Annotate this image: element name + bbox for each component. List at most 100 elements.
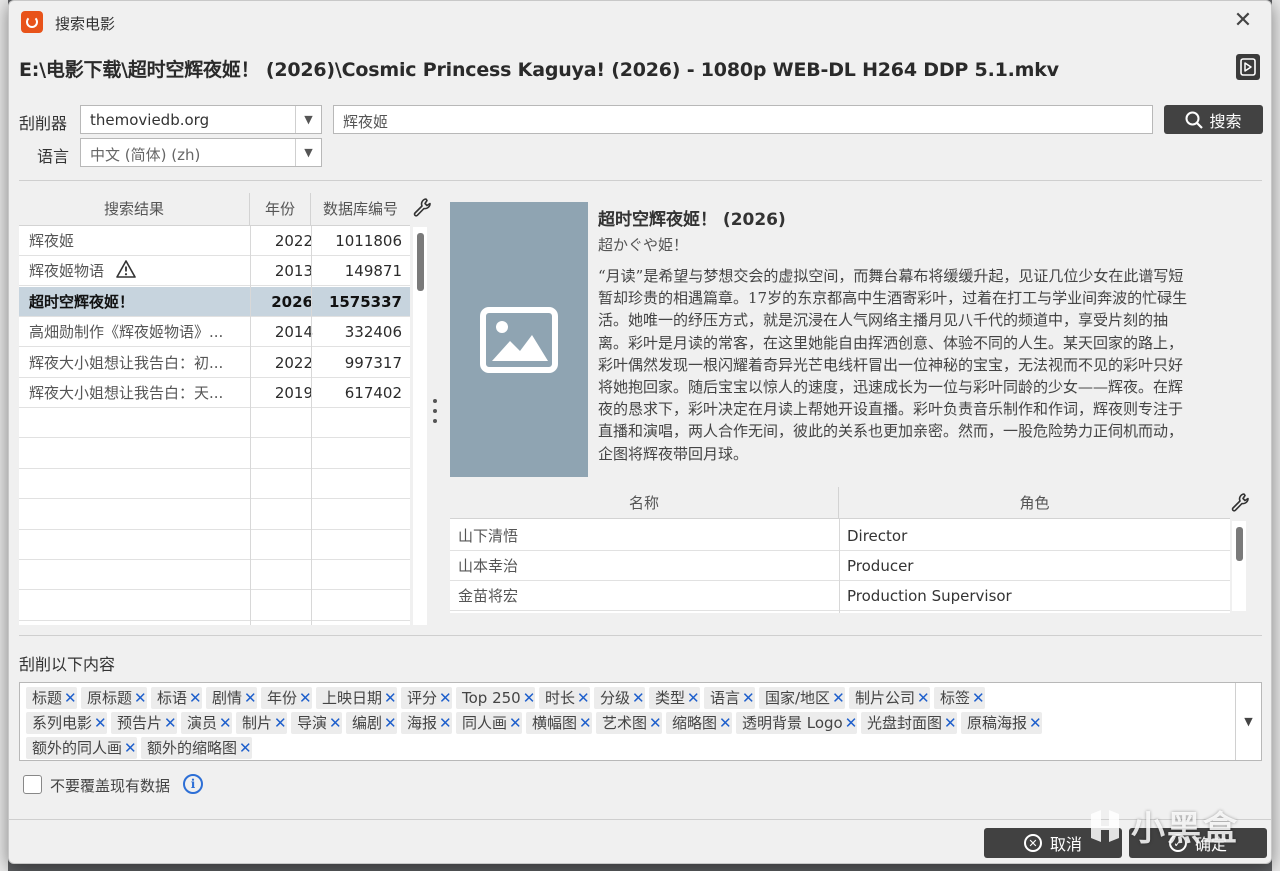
search-input[interactable]: 辉夜姬 xyxy=(333,105,1153,134)
cast-row[interactable]: 山下清悟 Director xyxy=(450,521,1230,551)
remove-tag-icon[interactable]: ✕ xyxy=(972,689,985,707)
result-name: 超时空辉夜姬！ xyxy=(29,287,249,317)
remove-tag-icon[interactable]: ✕ xyxy=(1029,714,1042,732)
remove-tag-icon[interactable]: ✕ xyxy=(189,689,202,707)
scrollbar-thumb[interactable] xyxy=(1236,527,1243,561)
table-row[interactable]: 辉夜姬 2022 1011806 xyxy=(19,226,410,256)
scrape-tag-label: 系列电影 xyxy=(32,714,93,732)
remove-tag-icon[interactable]: ✕ xyxy=(944,714,957,732)
table-row[interactable]: 超时空辉夜姬！ 2026 1575337 xyxy=(19,286,410,317)
scraper-select[interactable]: themoviedb.org ▼ xyxy=(80,105,322,134)
scrape-tag-label: 额外的缩略图 xyxy=(147,739,238,757)
results-table: 搜索结果 年份 数据库编号 辉夜姬 2022 1011806 辉夜姬物语 2013 149… xyxy=(19,193,410,625)
column-header-name[interactable]: 搜索结果 xyxy=(19,193,250,226)
scrape-tag: 时长 ✕ xyxy=(539,687,590,709)
results-scrollbar[interactable] xyxy=(413,227,427,625)
result-db-id: 617402 xyxy=(344,384,402,402)
scrape-tag: 光盘封面图 ✕ xyxy=(861,712,957,734)
table-row xyxy=(19,560,410,591)
scrape-tag: 制片 ✕ xyxy=(236,712,287,734)
remove-tag-icon[interactable]: ✕ xyxy=(164,714,177,732)
scrape-tag: 剧情 ✕ xyxy=(206,687,257,709)
search-movie-dialog: 搜索电影 ✕ E:\电影下载\超时空辉夜姬！ (2026)\Cosmic Pri… xyxy=(8,0,1272,864)
background-app-strip xyxy=(0,0,8,871)
splitter-handle[interactable] xyxy=(432,399,438,423)
cast-scrollbar[interactable] xyxy=(1232,521,1246,611)
search-button[interactable]: 搜索 xyxy=(1164,105,1263,134)
divider xyxy=(19,180,1262,181)
remove-tag-icon[interactable]: ✕ xyxy=(577,689,590,707)
remove-tag-icon[interactable]: ✕ xyxy=(845,714,858,732)
column-header-cast-role[interactable]: 角色 xyxy=(839,487,1230,519)
remove-tag-icon[interactable]: ✕ xyxy=(134,689,147,707)
remove-tag-icon[interactable]: ✕ xyxy=(523,689,536,707)
remove-tag-icon[interactable]: ✕ xyxy=(124,739,137,757)
table-row xyxy=(19,469,410,500)
table-row[interactable]: 辉夜大小姐想让我告白：初... 2022 997317 xyxy=(19,348,410,378)
result-name-text: 高畑勋制作《辉夜姬物语》... xyxy=(29,323,224,342)
column-header-id[interactable]: 数据库编号 xyxy=(311,193,410,226)
language-select-value: 中文 (简体) (zh) xyxy=(90,146,201,164)
remove-tag-icon[interactable]: ✕ xyxy=(64,689,77,707)
scraper-select-value: themoviedb.org xyxy=(90,111,210,129)
remove-tag-icon[interactable]: ✕ xyxy=(649,714,662,732)
wrench-icon[interactable] xyxy=(412,197,432,219)
remove-tag-icon[interactable]: ✕ xyxy=(579,714,592,732)
remove-tag-icon[interactable]: ✕ xyxy=(299,689,312,707)
remove-tag-icon[interactable]: ✕ xyxy=(687,689,700,707)
remove-tag-icon[interactable]: ✕ xyxy=(917,689,930,707)
remove-tag-icon[interactable]: ✕ xyxy=(274,714,287,732)
overview-line: 暂却珍贵的相遇篇章。17岁的东京都高中生酒寄彩叶，过着在打工与学业间奔波的忙碌生 xyxy=(598,289,1188,308)
chevron-down-icon[interactable]: ▼ xyxy=(295,106,321,133)
scrape-tag: 原稿海报 ✕ xyxy=(961,712,1042,734)
scrollbar-thumb[interactable] xyxy=(417,233,424,291)
cast-role: Producer xyxy=(847,557,914,575)
overview-line: “月读”是希望与梦想交会的虚拟空间，而舞台幕布将缓缓升起，见证几位少女在此谱写短 xyxy=(598,267,1184,285)
chevron-down-icon[interactable]: ▼ xyxy=(1235,683,1261,760)
remove-tag-icon[interactable]: ✕ xyxy=(384,689,397,707)
scrape-contents-select[interactable]: 标题 ✕ 原标题 ✕ 标语 ✕ 剧情 ✕ 年份 ✕ 上映日期 ✕ 评分 ✕ Top 250 ✕ 时长 ✕ 分级 ✕ 类型… xyxy=(19,682,1262,761)
remove-tag-icon[interactable]: ✕ xyxy=(219,714,232,732)
remove-tag-icon[interactable]: ✕ xyxy=(719,714,732,732)
cast-row[interactable]: 山本幸治 Producer xyxy=(450,551,1230,581)
scrape-tag: 额外的同人画 ✕ xyxy=(26,737,137,759)
play-button[interactable] xyxy=(1236,54,1260,80)
movie-title: 超时空辉夜姬！ (2026) xyxy=(598,210,786,230)
remove-tag-icon[interactable]: ✕ xyxy=(832,689,845,707)
overview-line: 离。彩叶是月读的常客，在这里她能自由挥洒创意、体验不同的人生。某天回家的路上， xyxy=(598,333,1184,352)
column-header-year[interactable]: 年份 xyxy=(250,193,311,226)
remove-tag-icon[interactable]: ✕ xyxy=(439,714,452,732)
no-overwrite-checkbox[interactable] xyxy=(23,775,42,794)
remove-tag-icon[interactable]: ✕ xyxy=(384,714,397,732)
remove-tag-icon[interactable]: ✕ xyxy=(509,714,522,732)
remove-tag-icon[interactable]: ✕ xyxy=(239,739,252,757)
remove-tag-icon[interactable]: ✕ xyxy=(329,714,342,732)
scrape-tag-label: 编剧 xyxy=(352,714,383,732)
remove-tag-icon[interactable]: ✕ xyxy=(439,689,452,707)
chevron-down-icon[interactable]: ▼ xyxy=(295,139,321,166)
overview-line: 直播和演唱，两人合作无间，彼此的关系也更加亲密。然而，一股危险势力正伺机而动， xyxy=(598,422,1184,441)
poster-placeholder xyxy=(450,202,588,477)
scrape-tag-label: 制片公司 xyxy=(855,689,916,707)
remove-tag-icon[interactable]: ✕ xyxy=(742,689,755,707)
result-year: 2022 xyxy=(274,353,313,372)
column-header-cast-name[interactable]: 名称 xyxy=(450,487,839,519)
scrape-tag-label: 预告片 xyxy=(117,714,163,732)
scrape-tag-label: 上映日期 xyxy=(322,689,383,707)
table-row[interactable]: 辉夜大小姐想让我告白：天... 2019 617402 xyxy=(19,378,410,408)
scrape-tag: 系列电影 ✕ xyxy=(26,712,107,734)
remove-tag-icon[interactable]: ✕ xyxy=(94,714,107,732)
cast-name: 山本幸治 xyxy=(458,557,519,575)
cast-row[interactable]: 金苗将宏 Production Supervisor xyxy=(450,581,1230,611)
result-name-text: 辉夜大小姐想让我告白：天... xyxy=(29,384,224,402)
info-icon[interactable]: i xyxy=(183,774,203,794)
wrench-icon[interactable] xyxy=(1230,492,1250,514)
language-select[interactable]: 中文 (简体) (zh) ▼ xyxy=(80,138,322,167)
table-row[interactable]: 高畑勋制作《辉夜姬物语》... 2014 332406 xyxy=(19,317,410,348)
scrape-tag-label: 标签 xyxy=(940,689,971,707)
remove-tag-icon[interactable]: ✕ xyxy=(632,689,645,707)
table-row[interactable]: 辉夜姬物语 2013 149871 xyxy=(19,256,410,287)
result-name: 辉夜大小姐想让我告白：天... xyxy=(29,378,249,408)
remove-tag-icon[interactable]: ✕ xyxy=(244,689,257,707)
close-icon[interactable]: ✕ xyxy=(1231,9,1255,33)
